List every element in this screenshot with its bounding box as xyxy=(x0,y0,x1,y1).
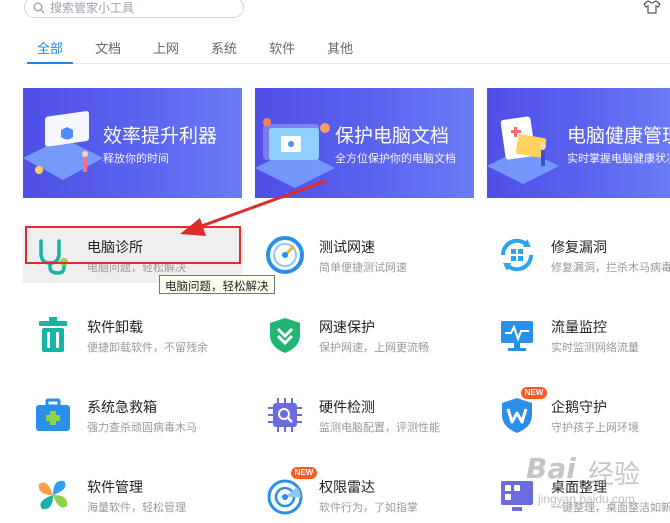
watermark-logo: Bai xyxy=(526,452,576,485)
watermark-url: jingyan.baidu.com xyxy=(538,492,635,506)
watermark: Bai 经验 jingyan.baidu.com xyxy=(526,452,666,512)
annotation-arrow-icon xyxy=(180,179,327,236)
tooltip: 电脑问题，轻松解决 xyxy=(159,275,275,294)
watermark-text: 经验 xyxy=(588,459,641,489)
